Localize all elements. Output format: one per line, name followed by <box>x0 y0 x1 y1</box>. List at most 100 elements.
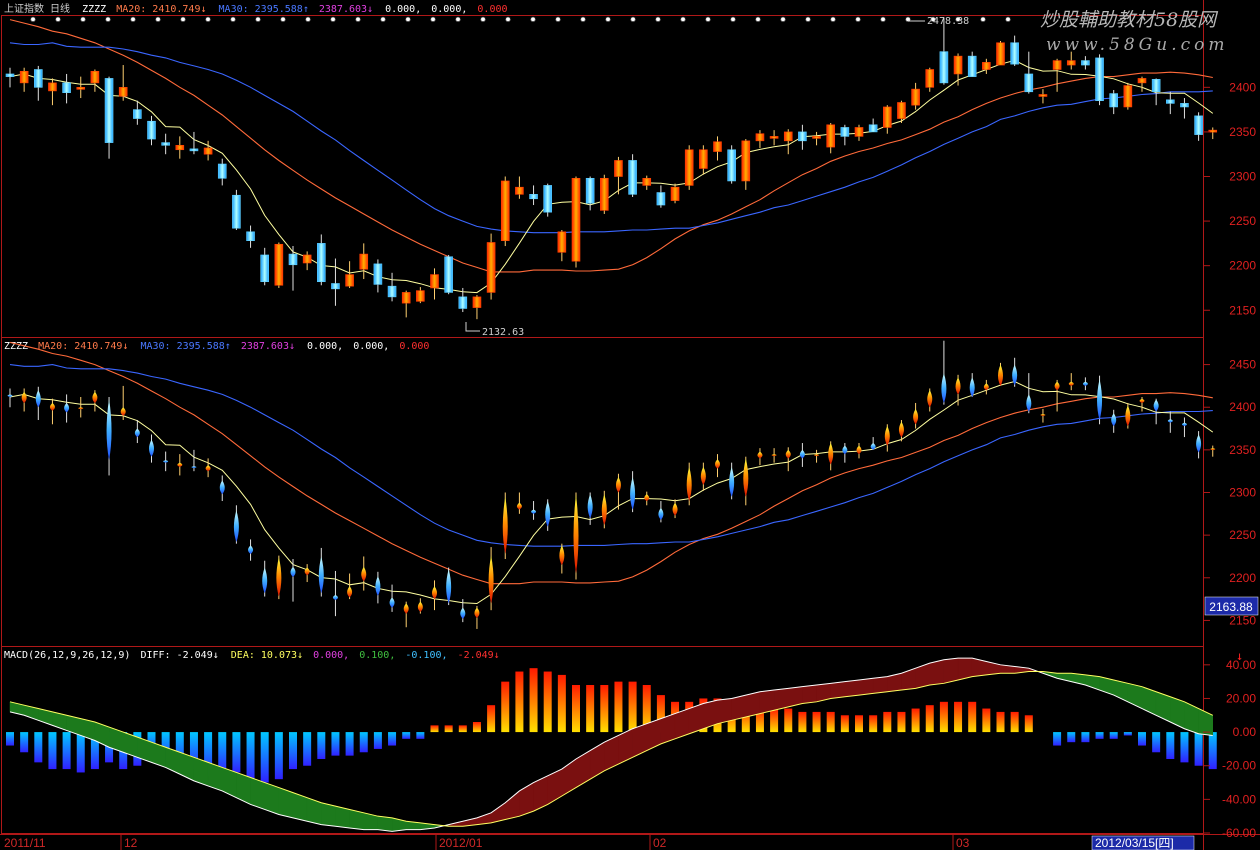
y-tick-label: -40.00 <box>1222 792 1256 806</box>
macd-histogram-bar <box>373 732 382 749</box>
macd-histogram-bar <box>1208 732 1217 770</box>
candle <box>64 394 70 423</box>
flame-panel <box>7 340 1216 629</box>
candle <box>205 458 211 478</box>
candle <box>430 268 439 300</box>
candle <box>444 254 453 295</box>
candle <box>1097 375 1103 425</box>
macd-histogram-bar <box>487 705 496 733</box>
candle <box>573 492 579 580</box>
candle <box>403 601 409 628</box>
signal-star: ✹ <box>505 14 511 25</box>
macd-histogram-bar <box>1180 732 1189 763</box>
candle <box>599 174 609 214</box>
macd-panel: ↓ <box>6 649 1243 832</box>
macd-histogram-bar <box>260 732 269 783</box>
candle <box>656 185 666 208</box>
y-tick-label: -20.00 <box>1222 759 1256 773</box>
signal-star: ✹ <box>480 14 486 25</box>
macd-histogram-bar <box>812 711 821 733</box>
date-label-feb: 02 <box>653 836 667 850</box>
signal-star: ✹ <box>55 14 61 25</box>
macd-histogram-bar <box>317 732 326 759</box>
candle <box>446 567 452 606</box>
macd-histogram-bar <box>1081 732 1090 743</box>
macd-histogram-bar <box>586 685 595 733</box>
candle <box>48 78 57 106</box>
macd-histogram-bar <box>274 732 283 780</box>
candle <box>515 176 524 199</box>
candle <box>628 154 637 198</box>
candle <box>516 492 522 514</box>
macd-ribbon-segment <box>519 782 534 817</box>
macd-histogram-bar <box>784 708 793 733</box>
signal-star: ✹ <box>105 14 111 25</box>
signal-star: ✹ <box>880 14 886 25</box>
candle <box>913 402 919 429</box>
candle <box>316 234 326 286</box>
y-tick-label: 2300 <box>1229 486 1256 500</box>
candle <box>347 573 353 600</box>
candle <box>1139 396 1145 412</box>
macd-histogram-bar <box>572 685 580 733</box>
y-tick-label: 2350 <box>1229 443 1256 457</box>
candle <box>785 447 791 472</box>
candle <box>1180 98 1189 119</box>
candle <box>1111 409 1117 433</box>
candle <box>149 434 154 463</box>
candle <box>260 247 270 286</box>
candle <box>233 505 239 544</box>
candle <box>417 598 423 614</box>
y-tick-label: 20.00 <box>1226 691 1256 705</box>
candle <box>387 272 397 302</box>
candle <box>884 424 890 452</box>
y-tick-label: 2400 <box>1229 400 1256 414</box>
candle <box>1181 417 1187 438</box>
candle <box>982 58 991 74</box>
signal-star: ✹ <box>30 14 36 25</box>
candle <box>486 233 496 300</box>
macd-ribbon-segment <box>1198 708 1213 736</box>
series-line-ma30 <box>9 42 1213 234</box>
macd-header: MACD(26,12,9,26,12,9) DIFF: -2.049↓ DEA:… <box>4 650 500 661</box>
candle <box>189 131 199 155</box>
candle <box>33 65 43 101</box>
macd-histogram-bar <box>1109 732 1118 739</box>
macd-histogram-bar <box>1053 732 1062 746</box>
macd-histogram-bar <box>939 701 948 733</box>
macd-ribbon-segment <box>505 790 520 820</box>
header-v3: 2387.603↓ <box>319 4 373 15</box>
signal-star: ✹ <box>205 14 211 25</box>
candle <box>262 560 268 597</box>
candle <box>587 492 593 525</box>
candle <box>812 131 821 146</box>
candle <box>1109 90 1118 115</box>
date-label-jan: 2012/01 <box>439 836 483 850</box>
candle <box>644 491 650 506</box>
date-label-nov: 2011/11 <box>4 836 46 850</box>
signal-star: ✹ <box>705 14 711 25</box>
candle <box>911 82 920 110</box>
signal-star: ✹ <box>155 14 161 25</box>
price-panel <box>5 17 1218 320</box>
macd-histogram-bar <box>303 732 312 766</box>
macd-histogram-bar <box>897 711 906 733</box>
candle <box>217 158 227 186</box>
macd-ribbon-segment <box>589 741 605 780</box>
candle <box>1026 373 1032 414</box>
macd-dea: DEA: 10.073↓ <box>231 650 303 661</box>
macd-ribbon-segment <box>943 657 959 684</box>
candle <box>219 475 225 502</box>
candle <box>1210 445 1216 457</box>
candle <box>246 225 255 248</box>
flame-header-ma30: MA30: 2395.588↑ <box>140 341 230 352</box>
candle <box>531 501 537 520</box>
candle <box>769 130 779 146</box>
candle <box>502 492 508 560</box>
candle <box>757 448 763 466</box>
macd-histogram-bar <box>1166 732 1175 759</box>
high-annotation: 2478.38 <box>908 16 969 27</box>
candle <box>21 388 27 412</box>
candle <box>7 388 13 408</box>
y-tick-label: 0.00 <box>1233 725 1257 739</box>
